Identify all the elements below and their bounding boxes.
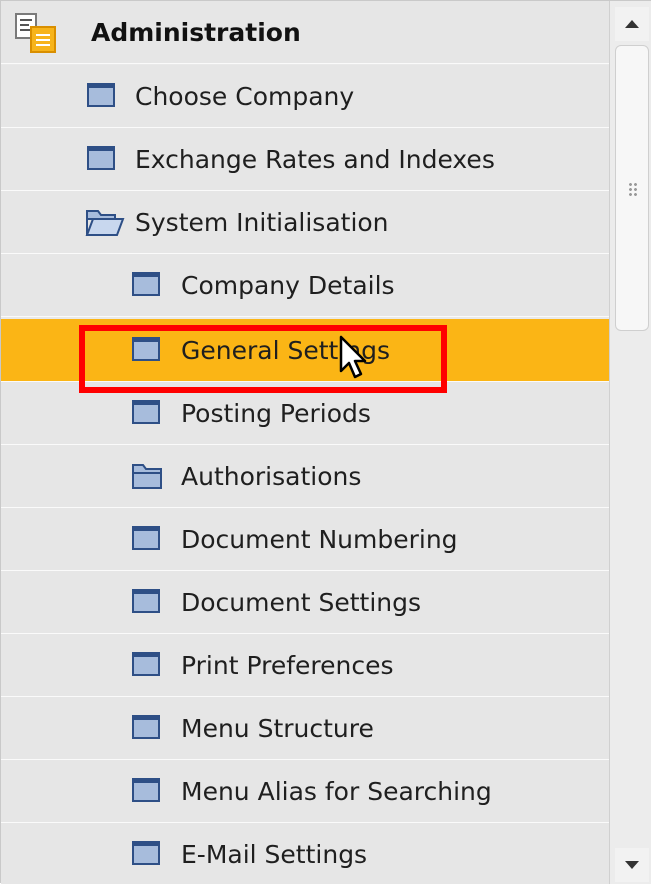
folder-icon <box>132 464 162 489</box>
tree-item-general-settings[interactable]: General Settings <box>1 319 609 382</box>
menu-panel: Administration Choose Company Exchange R… <box>0 0 651 884</box>
window-icon <box>132 526 160 550</box>
tree-item-choose-company[interactable]: Choose Company <box>1 65 609 128</box>
window-icon <box>132 652 160 676</box>
window-icon <box>132 778 160 802</box>
tree-item-menu-structure[interactable]: Menu Structure <box>1 697 609 760</box>
admin-module-icon <box>15 13 56 53</box>
scroll-down-button[interactable] <box>615 848 649 882</box>
tree-item-posting-periods[interactable]: Posting Periods <box>1 382 609 445</box>
window-icon <box>132 841 160 865</box>
arrow-up-icon <box>625 20 639 28</box>
window-icon <box>132 589 160 613</box>
tree-item-authorisations[interactable]: Authorisations <box>1 445 609 508</box>
tree-item-menu-alias[interactable]: Menu Alias for Searching <box>1 760 609 823</box>
tree-item-label: Document Numbering <box>181 525 458 554</box>
tree-item-label: Menu Structure <box>181 714 374 743</box>
tree-item-label: Posting Periods <box>181 399 371 428</box>
menu-tree: Administration Choose Company Exchange R… <box>1 1 609 884</box>
window-icon <box>87 146 115 170</box>
scroll-up-button[interactable] <box>615 7 649 41</box>
window-icon <box>132 337 160 361</box>
tree-item-label: System Initialisation <box>135 208 389 237</box>
tree-item-label: Document Settings <box>181 588 422 617</box>
tree-item-system-initialisation[interactable]: System Initialisation <box>1 191 609 254</box>
arrow-down-icon <box>625 861 639 869</box>
open-folder-icon <box>85 210 125 236</box>
tree-item-label: Print Preferences <box>181 651 394 680</box>
vertical-scrollbar[interactable] <box>609 1 651 884</box>
tree-item-document-settings[interactable]: Document Settings <box>1 571 609 634</box>
tree-item-label: Authorisations <box>181 462 362 491</box>
window-icon <box>87 83 115 107</box>
tree-item-label: Choose Company <box>135 82 355 111</box>
tree-item-label: Menu Alias for Searching <box>181 777 492 806</box>
grip-icon <box>628 182 638 198</box>
tree-item-label: E-Mail Settings <box>181 840 368 869</box>
tree-header-label: Administration <box>91 18 301 47</box>
window-icon <box>132 715 160 739</box>
window-icon <box>132 272 160 296</box>
mouse-cursor-icon <box>339 335 367 379</box>
tree-item-label: Company Details <box>181 271 395 300</box>
tree-item-print-preferences[interactable]: Print Preferences <box>1 634 609 697</box>
tree-item-exchange-rates[interactable]: Exchange Rates and Indexes <box>1 128 609 191</box>
tree-item-company-details[interactable]: Company Details <box>1 254 609 317</box>
scroll-thumb[interactable] <box>615 45 649 331</box>
tree-item-email-settings[interactable]: E-Mail Settings <box>1 823 609 884</box>
window-icon <box>132 400 160 424</box>
tree-item-document-numbering[interactable]: Document Numbering <box>1 508 609 571</box>
tree-item-label: Exchange Rates and Indexes <box>135 145 495 174</box>
tree-header-administration[interactable]: Administration <box>1 1 609 64</box>
